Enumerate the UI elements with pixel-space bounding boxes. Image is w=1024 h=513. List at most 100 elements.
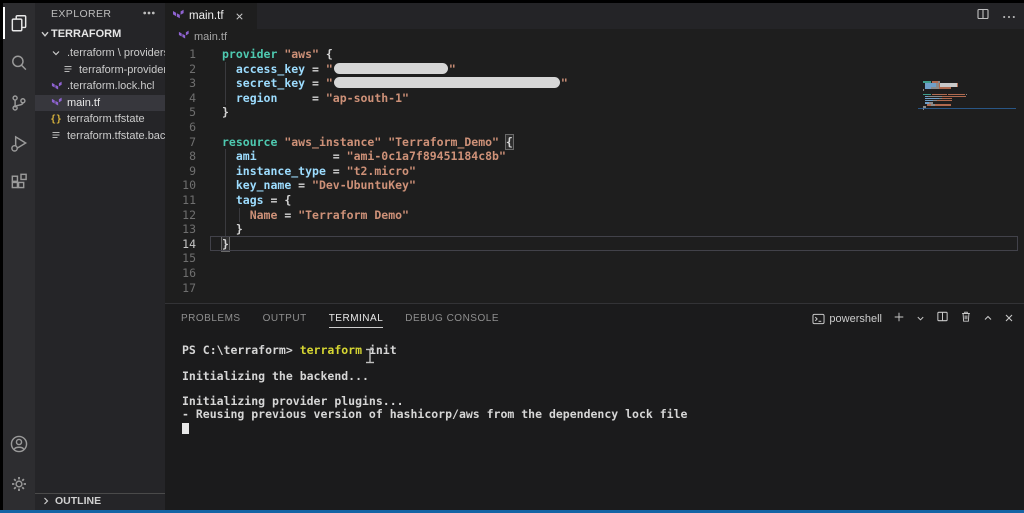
line-number: 10 xyxy=(182,178,196,193)
split-editor-icon[interactable] xyxy=(976,7,990,26)
explorer-item-label: terraform.tfstate xyxy=(67,113,145,126)
panel-header: PROBLEMS OUTPUT TERMINAL DEBUG CONSOLE powe… xyxy=(165,304,1024,334)
outline-section[interactable]: OUTLINE xyxy=(35,493,165,508)
kill-terminal-trash-icon[interactable] xyxy=(960,310,972,328)
line-number: 9 xyxy=(189,163,196,178)
editor-tab-bar: main.tf xyxy=(165,3,1024,29)
minimap-divider xyxy=(918,108,1016,109)
explorer-item--terraform-lock-hcl[interactable]: .terraform.lock.hcl xyxy=(35,78,165,95)
close-icon[interactable] xyxy=(234,11,245,22)
panel-tabs: PROBLEMS OUTPUT TERMINAL DEBUG CONSOLE xyxy=(165,309,499,330)
explorer-item-terraform-provider-[interactable]: terraform-provider-... xyxy=(35,62,165,79)
explorer-item--terraform-providers-[interactable]: .terraform \ providers... xyxy=(35,45,165,62)
code-line-14[interactable]: 14} xyxy=(165,235,1024,252)
bottom-panel: PROBLEMS OUTPUT TERMINAL DEBUG CONSOLE powe… xyxy=(165,303,1024,510)
breadcrumb[interactable]: main.tf xyxy=(165,29,1024,45)
line-number: 15 xyxy=(182,251,196,266)
close-panel-icon[interactable] xyxy=(1004,310,1014,328)
terminal-line: - Reusing previous version of hashicorp/… xyxy=(182,406,688,421)
line-number: 5 xyxy=(189,105,196,120)
code-line-1[interactable]: 1 provider "aws" { xyxy=(165,47,1024,62)
explorer-item-label: .terraform \ providers... xyxy=(67,47,165,60)
breadcrumb-item: main.tf xyxy=(194,31,228,43)
panel-tab-terminal[interactable]: TERMINAL xyxy=(328,309,384,330)
source-control-icon[interactable] xyxy=(3,83,35,123)
code-line-2[interactable]: 2 access_key = " " xyxy=(165,61,1024,77)
panel-tab-output[interactable]: OUTPUT xyxy=(263,309,307,330)
chevron-down-icon xyxy=(49,48,63,58)
code-line-5[interactable]: 5} xyxy=(165,105,1024,120)
code-line-6[interactable]: 6 xyxy=(165,120,1024,135)
new-terminal-icon[interactable] xyxy=(893,310,905,328)
explorer-item-label: .terraform.lock.hcl xyxy=(67,80,155,93)
terminal-output[interactable]: PS C:\terraform> terraform init Initiali… xyxy=(165,335,1024,510)
terraform-icon xyxy=(178,30,189,44)
code-line-4[interactable]: 4 region = "ap-south-1" xyxy=(165,90,1024,106)
code-line-7[interactable]: 7 resource "aws_instance" "Terraform_Demo… xyxy=(165,133,1024,150)
explorer-title: EXPLORER xyxy=(51,8,112,20)
code-line-16[interactable]: 16 xyxy=(165,266,1024,281)
code-line-9[interactable]: 9 instance_type = "t2.micro" xyxy=(165,163,1024,179)
code-line-15[interactable]: 15 xyxy=(165,251,1024,266)
maximize-panel-chevron-icon[interactable] xyxy=(983,310,993,328)
code-line-13[interactable]: 13 } xyxy=(165,222,1024,237)
activity-bar xyxy=(3,3,35,510)
file-icon xyxy=(61,64,75,75)
explorer-item-terraform-tfstate-back-[interactable]: terraform.tfstate.back... xyxy=(35,128,165,145)
code-line-11[interactable]: 11 tags = { xyxy=(165,192,1024,208)
code-line-3[interactable]: 3 secret_key = " " xyxy=(165,76,1024,91)
braces-icon: {} xyxy=(50,113,62,125)
code-line-10[interactable]: 10 key_name = "Dev-UbuntuKey" xyxy=(165,178,1024,193)
workbench: EXPLORER TERRAFORM .terraform \ provider… xyxy=(3,3,1024,510)
line-number: 3 xyxy=(189,76,196,91)
explorer-icon[interactable] xyxy=(3,3,35,43)
tab-main-tf[interactable]: main.tf xyxy=(165,3,257,29)
terminal-cursor xyxy=(182,422,189,434)
redacted-access-key xyxy=(333,62,448,74)
outline-label: OUTLINE xyxy=(55,495,102,507)
workspace-folder-terraform[interactable]: TERRAFORM xyxy=(35,25,165,43)
line-number: 11 xyxy=(182,192,196,207)
explorer-item-label: terraform.tfstate.back... xyxy=(67,129,165,142)
terraform-icon xyxy=(172,9,184,24)
account-icon[interactable] xyxy=(3,424,35,464)
explorer-item-main-tf[interactable]: main.tf xyxy=(35,94,165,111)
terraform-icon xyxy=(49,97,63,108)
line-number: 12 xyxy=(182,207,196,222)
search-icon[interactable] xyxy=(3,43,35,83)
line-number: 4 xyxy=(189,90,196,105)
more-actions-icon[interactable] xyxy=(1002,7,1016,25)
line-number: 14 xyxy=(182,236,196,251)
minimap[interactable] xyxy=(923,81,1015,121)
file-icon xyxy=(49,130,63,141)
line-number: 17 xyxy=(182,280,196,295)
code-line-12[interactable]: 12 Name = "Terraform Demo" xyxy=(165,207,1024,223)
line-number: 6 xyxy=(189,119,196,134)
explorer-item-label: main.tf xyxy=(67,96,101,109)
explorer-more-actions-icon[interactable] xyxy=(143,8,155,20)
line-number: 1 xyxy=(189,47,196,61)
explorer-item-terraform-tfstate[interactable]: {} terraform.tfstate xyxy=(35,111,165,128)
explorer-file-list: .terraform \ providers... terraform-provi… xyxy=(35,45,165,144)
split-terminal-icon[interactable] xyxy=(936,310,949,328)
code-line-8[interactable]: 8 ami = "ami-0c1a7f89451184c8b" xyxy=(165,149,1024,164)
code-line-17[interactable]: 17 xyxy=(165,281,1024,296)
panel-tab-debug-console[interactable]: DEBUG CONSOLE xyxy=(405,309,499,330)
editor-region: main.tf main.tf 1 provider "aws" {2 acc… xyxy=(165,3,1024,510)
extensions-icon[interactable] xyxy=(3,163,35,203)
terminal-line: PS C:\terraform> terraform init xyxy=(182,343,397,357)
sidebar-explorer: EXPLORER TERRAFORM .terraform \ provider… xyxy=(35,3,165,510)
code-editor[interactable]: 1 provider "aws" {2 access_key = " " 3 secr… xyxy=(165,45,1024,303)
vscode-window: EXPLORER TERRAFORM .terraform \ provider… xyxy=(0,0,1024,513)
panel-tab-problems[interactable]: PROBLEMS xyxy=(181,309,241,330)
terraform-icon xyxy=(49,81,63,92)
launch-profile-chevron-icon[interactable] xyxy=(916,310,925,328)
tab-label: main.tf xyxy=(189,10,224,22)
line-number: 16 xyxy=(182,265,196,280)
run-debug-icon[interactable] xyxy=(3,123,35,163)
line-number: 8 xyxy=(189,149,196,164)
shell-label: powershell xyxy=(829,313,882,325)
line-number: 2 xyxy=(189,61,196,76)
shell-selector[interactable]: powershell xyxy=(812,313,882,325)
settings-gear-icon[interactable] xyxy=(3,464,35,504)
